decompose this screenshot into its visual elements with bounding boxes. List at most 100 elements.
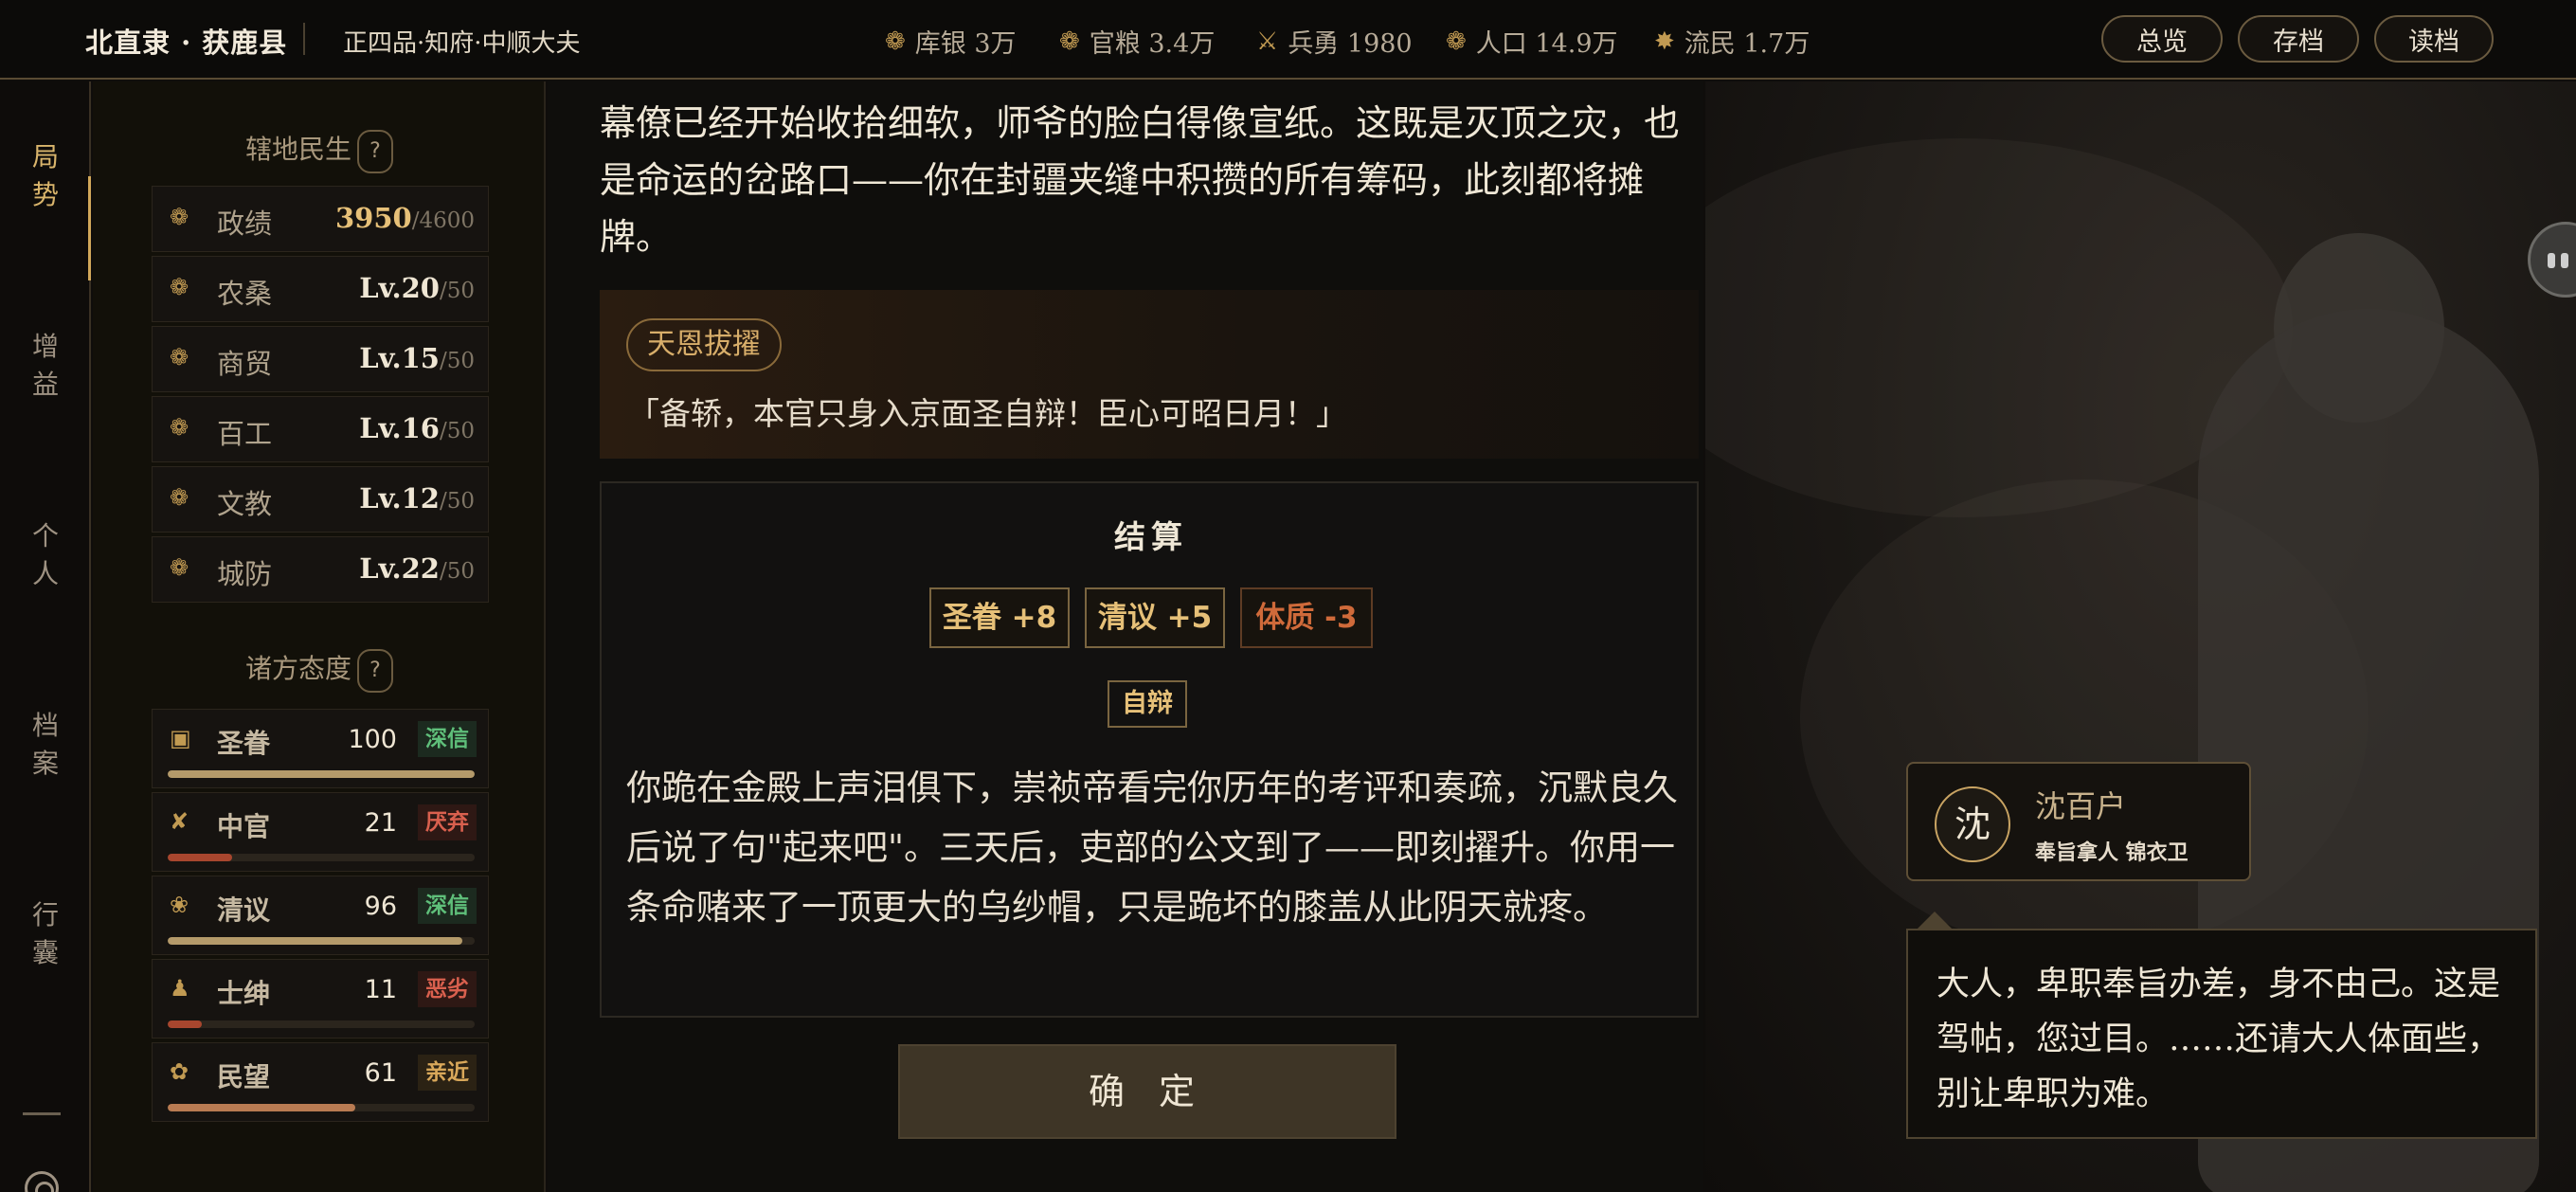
resource-soldiers: ⚔ 兵勇 1980 xyxy=(1256,27,1413,60)
farm-icon: ❁ xyxy=(170,274,189,300)
npc-card: 沈 沈百户 奉旨拿人 锦衣卫 xyxy=(1906,762,2251,881)
resource-silver: ❁ 库银 3万 xyxy=(885,27,1017,60)
faction-label: 清议 xyxy=(217,894,271,926)
chosen-option-box: 天恩拔擢 「备轿，本官只身入京面圣自辩！臣心可昭日月！」 xyxy=(600,290,1699,459)
stat-label: 政绩 xyxy=(217,208,273,240)
people-icon: ✿ xyxy=(170,1058,189,1085)
nav-buffs[interactable]: 增 益 xyxy=(0,328,91,404)
domain-section-title: 辖地民生? xyxy=(93,129,546,173)
faction-attitude-badge: 厌弃 xyxy=(418,804,477,840)
nav-personal[interactable]: 个 人 xyxy=(0,517,91,593)
left-nav-rail: 局 势 增 益 个 人 档 案 行 囊 xyxy=(0,81,91,1192)
divider xyxy=(303,23,305,55)
stat-label: 农桑 xyxy=(217,278,273,310)
choice-quote: 「备轿，本官只身入京面圣自辩！臣心可昭日月！」 xyxy=(628,395,1347,432)
grain-icon: ❁ xyxy=(1059,27,1080,56)
emperor-icon: ▣ xyxy=(170,725,191,751)
effect-chip: 圣眷 +8 xyxy=(929,587,1070,648)
faction-row: ♟ 士绅 11 恶劣 xyxy=(152,959,489,1038)
dialog-text: 大人，卑职奉旨办差，身不由己。这是驾帖，您过目。……还请大人体面些，别让卑职为难… xyxy=(1937,966,2501,1113)
faction-value: 96 xyxy=(364,892,397,921)
faction-label: 民望 xyxy=(217,1061,271,1093)
stat-row: ❁ 文教 Lv.12/50 xyxy=(152,466,489,533)
faction-value: 21 xyxy=(364,808,397,838)
stat-label: 文教 xyxy=(217,488,273,520)
merit-icon: ❁ xyxy=(170,204,189,230)
faction-row: ❀ 清议 96 深信 xyxy=(152,876,489,955)
resource-grain: ❁ 官粮 3.4万 xyxy=(1059,27,1216,60)
factions-section-title: 诸方态度? xyxy=(93,648,546,693)
soldier-icon: ⚔ xyxy=(1256,27,1279,56)
faction-progress-bar xyxy=(168,854,475,861)
result-panel: 结算 圣眷 +8 清议 +5 体质 -3 自辩 你跪在金殿上声泪俱下，崇祯帝看完… xyxy=(600,481,1699,1018)
scholar-icon: ❀ xyxy=(170,892,189,918)
top-bar: 北直隶 · 获鹿县 正四品·知府·中顺大夫 ❁ 库银 3万 ❁ 官粮 3.4万 ⚔ 兵… xyxy=(0,0,2576,80)
confirm-button[interactable]: 确 定 xyxy=(898,1044,1396,1139)
stat-row: ❁ 商贸 Lv.15/50 xyxy=(152,326,489,392)
faction-progress-bar xyxy=(168,1020,475,1028)
nav-inventory[interactable]: 行 囊 xyxy=(0,896,91,972)
education-icon: ❁ xyxy=(170,484,189,511)
stat-value: Lv.16/50 xyxy=(359,412,475,444)
refugee-icon: ✸ xyxy=(1654,27,1675,56)
stat-value: Lv.20/50 xyxy=(359,272,475,304)
result-text: 你跪在金殿上声泪俱下，崇祯帝看完你历年的考评和奏疏，沉默良久后说了句"起来吧"。… xyxy=(626,768,1678,928)
faction-progress-bar xyxy=(168,937,475,945)
stat-value: Lv.15/50 xyxy=(359,342,475,374)
faction-attitude-badge: 恶劣 xyxy=(418,971,477,1007)
stat-row: ❁ 城防 Lv.22/50 xyxy=(152,536,489,603)
save-button[interactable]: 存档 xyxy=(2238,15,2359,63)
faction-attitude-badge: 深信 xyxy=(418,721,477,757)
faction-row: ✘ 中官 21 厌弃 xyxy=(152,792,489,872)
resource-population: ❁ 人口 14.9万 xyxy=(1446,27,1618,60)
faction-attitude-badge: 深信 xyxy=(418,888,477,924)
choice-badge: 自辩 xyxy=(1108,680,1187,728)
status-panel: 辖地民生? ❁ 政绩 3950/4600 ❁ 农桑 Lv.20/50 ❁ 商贸 Lv.15/50… xyxy=(93,81,546,1192)
overview-button[interactable]: 总览 xyxy=(2101,15,2223,63)
faction-value: 11 xyxy=(364,975,397,1004)
stat-label: 商贸 xyxy=(217,348,273,380)
faction-progress-bar xyxy=(168,770,475,778)
load-button[interactable]: 读档 xyxy=(2374,15,2494,63)
craft-icon: ❁ xyxy=(170,414,189,441)
resource-refugees: ✸ 流民 1.7万 xyxy=(1654,27,1810,60)
nav-situation[interactable]: 局 势 xyxy=(0,138,91,214)
official-rank: 正四品·知府·中顺大夫 xyxy=(343,29,581,58)
narration-text: 幕僚已经开始收拾细软，师爷的脸白得像宣纸。这既是灭顶之灾，也是命运的岔路口——你… xyxy=(600,102,1681,258)
location-title: 北直隶 · 获鹿县 xyxy=(85,27,288,59)
faction-value: 61 xyxy=(364,1058,397,1088)
avatar: 沈 xyxy=(1935,786,2010,862)
stat-row: ❁ 百工 Lv.16/50 xyxy=(152,396,489,462)
npc-dialog: 大人，卑职奉旨办差，身不由己。这是驾帖，您过目。……还请大人体面些，别让卑职为难… xyxy=(1906,929,2537,1139)
nav-archive[interactable]: 档 案 xyxy=(0,707,91,783)
faction-row: ✿ 民望 61 亲近 xyxy=(152,1042,489,1122)
faction-progress-bar xyxy=(168,1104,475,1111)
stat-row: ❁ 政绩 3950/4600 xyxy=(152,186,489,252)
divider xyxy=(23,1112,61,1115)
eunuch-icon: ✘ xyxy=(170,808,189,835)
stat-value: Lv.12/50 xyxy=(359,482,475,515)
faction-row: ▣ 圣眷 100 深信 xyxy=(152,709,489,788)
result-title: 结算 xyxy=(1114,518,1188,555)
faction-label: 圣眷 xyxy=(217,728,271,759)
factions-help-button[interactable]: ? xyxy=(357,648,393,693)
population-icon: ❁ xyxy=(1446,27,1467,56)
effect-chip: 体质 -3 xyxy=(1240,587,1373,648)
settings-icon[interactable] xyxy=(25,1171,59,1192)
domain-help-button[interactable]: ? xyxy=(357,129,393,173)
choice-tag: 天恩拔擢 xyxy=(626,318,782,371)
stat-value: 3950/4600 xyxy=(334,202,475,234)
silver-icon: ❁ xyxy=(885,27,906,56)
faction-label: 中官 xyxy=(217,811,271,842)
effect-chip: 清议 +5 xyxy=(1085,587,1225,648)
stat-label: 城防 xyxy=(217,558,273,590)
trade-icon: ❁ xyxy=(170,344,189,370)
stat-label: 百工 xyxy=(217,418,273,450)
stat-value: Lv.22/50 xyxy=(359,552,475,585)
faction-value: 100 xyxy=(348,725,397,754)
defense-icon: ❁ xyxy=(170,554,189,581)
dialog-pointer xyxy=(1916,912,1954,930)
faction-label: 士绅 xyxy=(217,978,271,1009)
gentry-icon: ♟ xyxy=(170,975,190,1002)
npc-name: 沈百户 xyxy=(2035,788,2127,824)
